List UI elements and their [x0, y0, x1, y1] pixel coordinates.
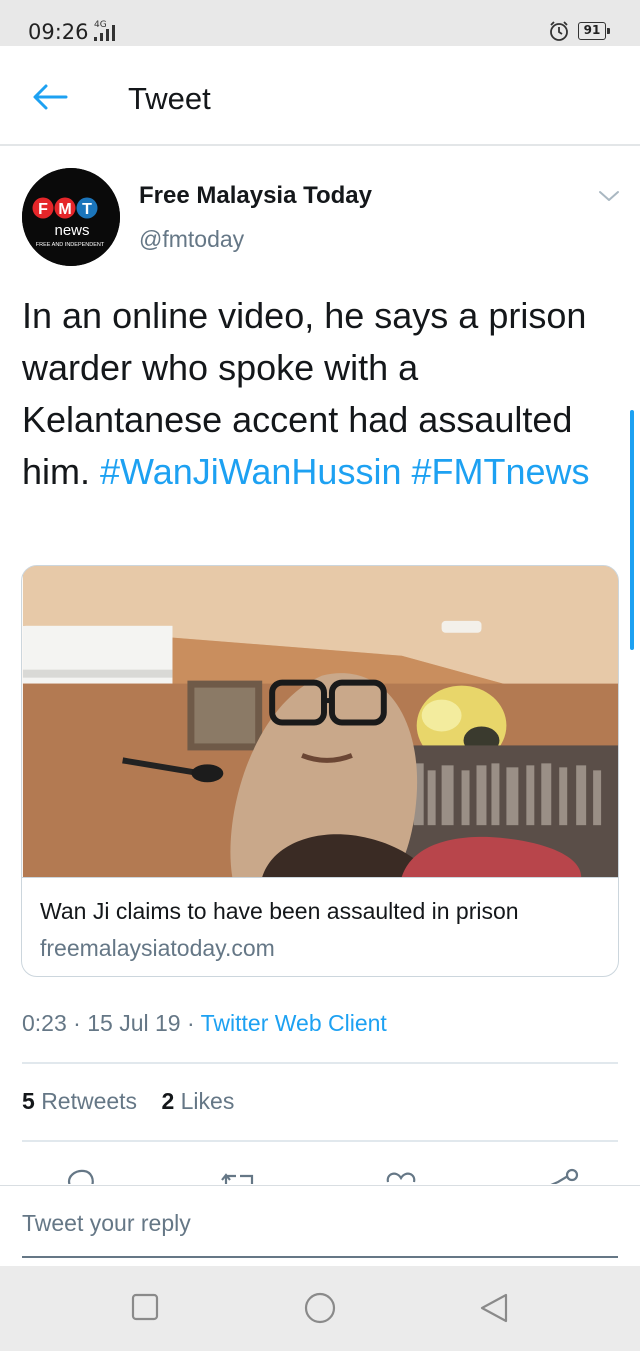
author-name[interactable]: Free Malaysia Today [139, 182, 372, 210]
circle-icon[interactable] [303, 1292, 337, 1331]
retweets-stat[interactable]: 5 Retweets [22, 1088, 143, 1114]
fmt-logo: F M T news FREE AND INDEPENDENT [22, 168, 120, 266]
divider [22, 1140, 618, 1142]
system-navigation-bar [0, 1266, 640, 1351]
top-app-bar: Tweet [0, 46, 640, 146]
card-thumbnail [22, 566, 618, 878]
separator-dot: · [186, 1010, 195, 1036]
battery-indicator: 91 [578, 22, 610, 40]
hashtag-link[interactable]: #WanJiWanHussin [100, 451, 401, 492]
tweet-actions [0, 1160, 640, 1184]
tweet-metadata: 0:23 · 15 Jul 19 · Twitter Web Client [22, 1010, 387, 1037]
author-handle[interactable]: @fmtoday [139, 226, 244, 253]
likes-label: Likes [180, 1088, 235, 1114]
likes-count: 2 [161, 1088, 175, 1114]
tweet-text: In an online video, he says a prison war… [22, 290, 622, 498]
tweet-stats: 5 Retweets 2 Likes [22, 1088, 252, 1115]
likes-stat[interactable]: 2 Likes [161, 1088, 234, 1114]
tweet-options-button[interactable] [596, 186, 622, 206]
tweet-time: 0:23 [22, 1010, 67, 1036]
arrow-left-icon [33, 84, 68, 110]
svg-text:M: M [58, 201, 71, 218]
reply-input-underline [22, 1256, 618, 1258]
chevron-down-icon [599, 191, 619, 201]
tweet-source-link[interactable]: Twitter Web Client [201, 1010, 387, 1036]
triangle-back-icon[interactable] [478, 1292, 510, 1329]
svg-text:FREE AND INDEPENDENT: FREE AND INDEPENDENT [36, 242, 105, 248]
card-title: Wan Ji claims to have been assaulted in … [40, 898, 519, 924]
retweets-label: Retweets [41, 1088, 138, 1114]
status-bar: 09:26 4G 91 [0, 0, 640, 46]
reply-input[interactable]: Tweet your reply [22, 1210, 191, 1237]
page-title: Tweet [128, 81, 211, 116]
alarm-icon [548, 20, 570, 47]
separator-dot: · [73, 1010, 81, 1036]
card-domain: freemalaysiatoday.com [40, 935, 275, 961]
reply-icon[interactable] [64, 1168, 96, 1184]
avatar[interactable]: F M T news FREE AND INDEPENDENT [22, 168, 120, 266]
svg-text:T: T [82, 201, 92, 218]
retweet-icon[interactable] [218, 1168, 258, 1184]
hashtag-link[interactable]: #FMTnews [411, 451, 589, 492]
network-type-label: 4G [94, 20, 107, 30]
svg-text:F: F [38, 201, 48, 218]
tweet-date: 15 Jul 19 [87, 1010, 181, 1036]
status-time: 09:26 [28, 20, 89, 44]
reply-composer: Tweet your reply [0, 1185, 640, 1265]
link-preview-card[interactable]: Wan Ji claims to have been assaulted in … [21, 565, 619, 977]
signal-icon: 4G [90, 18, 124, 49]
svg-text:news: news [54, 222, 89, 239]
square-icon[interactable] [130, 1292, 160, 1327]
divider [22, 1062, 618, 1064]
retweets-count: 5 [22, 1088, 35, 1114]
heart-icon[interactable] [384, 1168, 418, 1184]
share-icon[interactable] [540, 1168, 580, 1184]
scrollbar-thumb[interactable] [630, 410, 634, 650]
back-button[interactable] [30, 82, 70, 112]
